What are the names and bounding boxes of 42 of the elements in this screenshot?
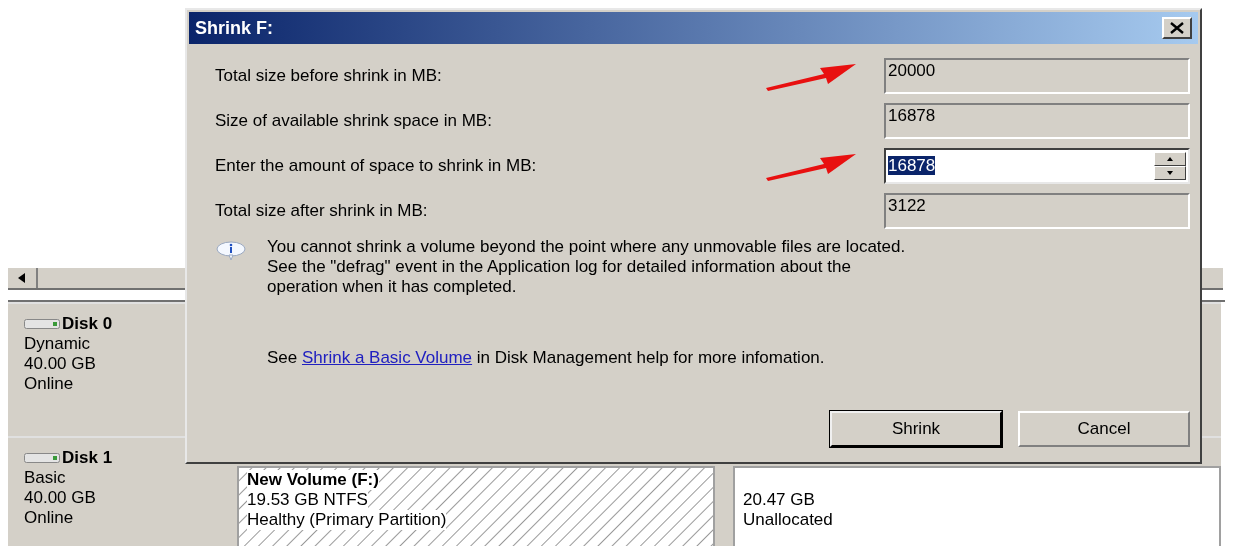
down-arrow-icon xyxy=(1167,171,1173,175)
hard-drive-icon xyxy=(24,318,60,330)
disk-type: Basic xyxy=(24,468,67,488)
info-text: You cannot shrink a volume beyond the point where any unmovable files are located. See the "defrag" event in the Application log for detailed information about the operation when it has completed. xyxy=(267,237,906,297)
unallocated-partition[interactable]: 20.47 GB Unallocated xyxy=(733,466,1221,546)
field-label: Size of available shrink space in MB: xyxy=(215,110,492,133)
disk-size: 40.00 GB xyxy=(24,488,97,508)
volume-size: 19.53 GB NTFS xyxy=(247,490,368,510)
info-icon xyxy=(215,241,247,261)
readonly-field: 16878 xyxy=(884,103,1190,139)
field-label: Total size before shrink in MB: xyxy=(215,65,442,88)
dialog-button[interactable]: Cancel xyxy=(1018,410,1190,447)
disk-type: Dynamic xyxy=(24,334,92,354)
spin-up-button[interactable] xyxy=(1154,152,1186,166)
field-label: Enter the amount of space to shrink in MB: xyxy=(215,155,537,178)
volume-partition[interactable]: New Volume (F:) 19.53 GB NTFS Healthy (Primary Partition) xyxy=(237,466,715,546)
disk-status: Online xyxy=(24,374,75,394)
close-button[interactable] xyxy=(1162,17,1192,39)
dialog-button[interactable]: Shrink xyxy=(830,410,1002,447)
window-title: Shrink F: xyxy=(195,16,273,40)
volume-title: New Volume (F:) xyxy=(247,470,379,490)
field-value: 16878 xyxy=(888,155,937,178)
partition-status: Unallocated xyxy=(743,510,834,530)
disk-size: 40.00 GB xyxy=(24,354,97,374)
annotation-arrow-icon xyxy=(764,152,856,182)
field-label: Total size after shrink in MB: xyxy=(215,200,428,223)
help-text: See Shrink a Basic Volume in Disk Management help for more infomation. xyxy=(267,347,826,369)
up-arrow-icon xyxy=(1167,157,1173,161)
help-link[interactable]: Shrink a Basic Volume xyxy=(302,348,473,367)
disk-name: Disk 0 xyxy=(62,314,113,334)
disk-status: Online xyxy=(24,508,75,528)
hard-drive-icon xyxy=(24,452,60,464)
left-arrow-icon xyxy=(18,273,26,283)
readonly-field: 3122 xyxy=(884,193,1190,229)
spin-down-button[interactable] xyxy=(1154,166,1186,180)
annotation-arrow-icon xyxy=(764,62,856,92)
close-icon xyxy=(1170,22,1184,34)
readonly-field: 20000 xyxy=(884,58,1190,94)
volume-status: Healthy (Primary Partition) xyxy=(247,510,447,530)
partition-size: 20.47 GB xyxy=(743,490,816,510)
shrink-amount-spin-field[interactable]: 16878 xyxy=(884,148,1190,184)
disk-name: Disk 1 xyxy=(62,448,113,468)
